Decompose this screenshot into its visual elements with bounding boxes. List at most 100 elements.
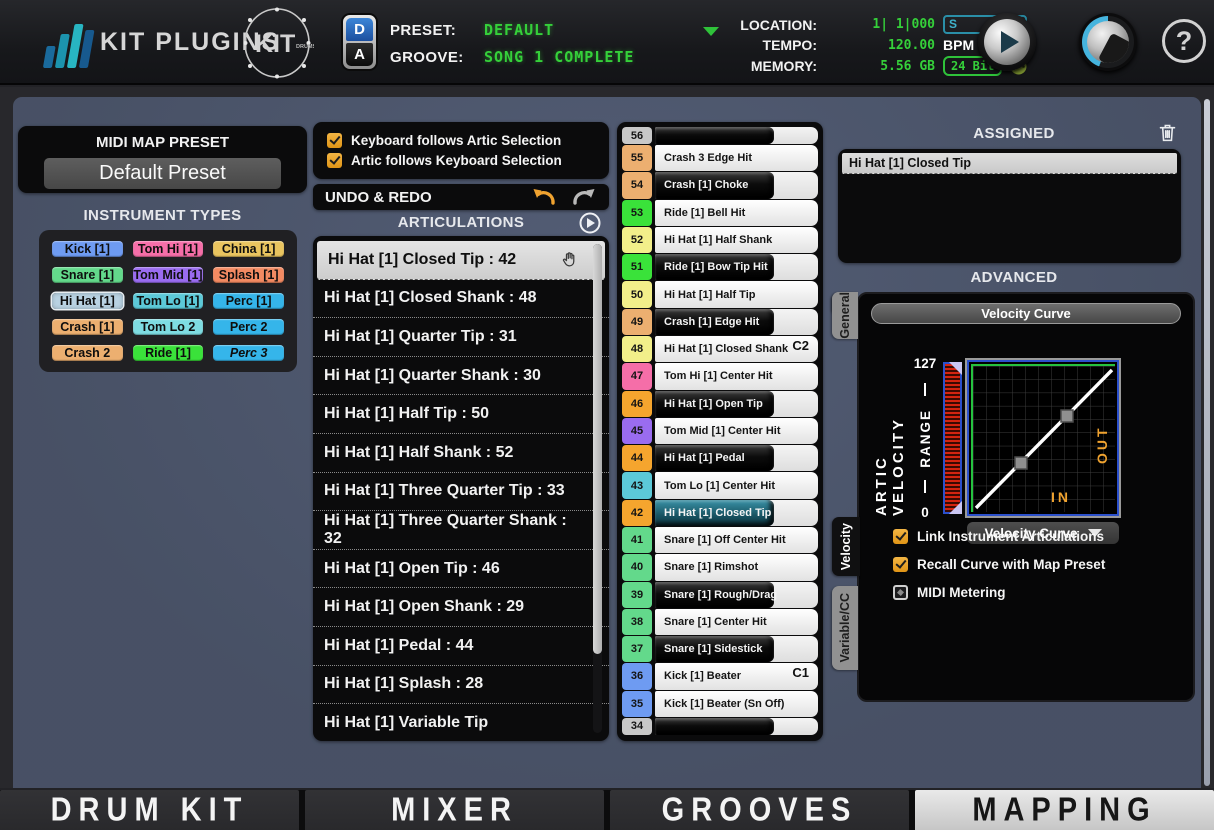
articulation-item[interactable]: Hi Hat [1] Three Quarter Shank : 32 [313, 511, 609, 550]
articulations-expand-icon[interactable] [579, 212, 601, 239]
key-number-badge[interactable]: 44 [622, 445, 652, 471]
key-number-badge[interactable]: 50 [622, 281, 652, 307]
white-key[interactable]: Snare [1] Rimshot [655, 554, 818, 580]
da-toggle[interactable]: D A [341, 13, 378, 71]
instrument-type-button[interactable]: Perc 3 [213, 345, 284, 361]
white-key[interactable]: Hi Hat [1] Closed ShankC2 [655, 336, 818, 362]
advanced-tab-general[interactable]: General [832, 292, 858, 339]
instrument-type-button[interactable]: Perc 2 [213, 319, 284, 335]
instrument-type-button[interactable]: Crash 2 [52, 345, 123, 361]
instrument-type-button[interactable]: China [1] [213, 241, 284, 257]
black-key[interactable]: Crash [1] Choke [655, 172, 774, 198]
instrument-type-button[interactable]: Tom Lo 2 [133, 319, 204, 335]
key-number-badge[interactable]: 53 [622, 200, 652, 226]
redo-button[interactable] [572, 187, 597, 208]
checkbox[interactable] [327, 153, 342, 168]
key-number-badge[interactable]: 36 [622, 663, 652, 689]
instrument-type-button[interactable]: Perc [1] [213, 293, 284, 309]
key-number-badge[interactable]: 55 [622, 145, 652, 171]
help-button[interactable]: ? [1162, 19, 1206, 63]
white-key[interactable]: Hi Hat [1] Half Tip [655, 281, 818, 307]
black-key[interactable]: Hi Hat [1] Pedal [655, 445, 774, 471]
black-key-slot[interactable]: Snare [1] Rough/Drag [655, 582, 818, 608]
white-key[interactable]: Ride [1] Bell Hit [655, 200, 818, 226]
articulation-item[interactable]: Hi Hat [1] Pedal : 44 [313, 627, 609, 666]
groove-value[interactable]: SONG 1 COMPLETE [484, 48, 634, 66]
key-number-badge[interactable]: 49 [622, 309, 652, 335]
key-number-badge[interactable]: 48 [622, 336, 652, 362]
instrument-type-button[interactable]: Tom Mid [1] [133, 267, 204, 283]
articulation-item[interactable]: Hi Hat [1] Half Shank : 52 [313, 434, 609, 473]
key-number-badge[interactable]: 35 [622, 691, 652, 717]
nav-tab-mixer[interactable]: MIXER [305, 790, 604, 830]
instrument-type-button[interactable]: Hi Hat [1] [52, 293, 123, 309]
nav-tab-grooves[interactable]: GROOVES [610, 790, 909, 830]
key-number-badge[interactable]: 43 [622, 472, 652, 498]
key-number-badge[interactable]: 47 [622, 363, 652, 389]
advanced-tab-variable-cc[interactable]: Variable/CC [832, 586, 858, 670]
articulation-item[interactable]: Hi Hat [1] Closed Shank : 48 [313, 280, 609, 319]
instrument-type-button[interactable]: Crash [1] [52, 319, 123, 335]
key-number-badge[interactable]: 51 [622, 254, 652, 280]
black-key[interactable]: Snare [1] Sidestick [655, 636, 774, 662]
advanced-tab-velocity[interactable]: Velocity [832, 517, 860, 576]
black-key-slot[interactable]: Ride [1] Bow Tip Hit [655, 254, 818, 280]
black-key[interactable] [655, 718, 774, 735]
articulation-item[interactable]: Hi Hat [1] Open Shank : 29 [313, 588, 609, 627]
da-toggle-d[interactable]: D [346, 18, 373, 41]
instrument-type-button[interactable]: Tom Lo [1] [133, 293, 204, 309]
velocity-curve-graph[interactable]: IN OUT [967, 360, 1119, 516]
articulation-item[interactable]: Hi Hat [1] Variable Tip [313, 704, 609, 741]
key-number-badge[interactable]: 45 [622, 418, 652, 444]
key-number-badge[interactable]: 42 [622, 500, 652, 526]
black-key[interactable]: Hi Hat [1] Closed Tip [655, 500, 774, 526]
articulation-item[interactable]: Hi Hat [1] Splash : 28 [313, 666, 609, 705]
instrument-type-button[interactable]: Tom Hi [1] [133, 241, 204, 257]
key-number-badge[interactable]: 37 [622, 636, 652, 662]
black-key-slot[interactable]: Hi Hat [1] Closed Tip [655, 500, 818, 526]
instrument-type-button[interactable]: Ride [1] [133, 345, 204, 361]
checkbox[interactable] [893, 529, 908, 544]
key-number-badge[interactable]: 52 [622, 227, 652, 253]
checkbox[interactable] [327, 133, 342, 148]
play-button[interactable] [978, 13, 1036, 71]
instrument-type-button[interactable]: Snare [1] [52, 267, 123, 283]
white-key[interactable]: Kick [1] Beater (Sn Off) [655, 691, 818, 717]
black-key-slot[interactable]: Hi Hat [1] Pedal [655, 445, 818, 471]
nav-tab-mapping[interactable]: MAPPING [915, 790, 1214, 830]
black-key-slot[interactable] [655, 718, 818, 735]
articulation-item[interactable]: Hi Hat [1] Quarter Shank : 30 [313, 357, 609, 396]
white-key[interactable]: Tom Lo [1] Center Hit [655, 472, 818, 498]
preset-dropdown-caret-icon[interactable] [703, 27, 719, 36]
key-number-badge[interactable]: 56 [622, 127, 652, 144]
da-toggle-a[interactable]: A [346, 43, 373, 66]
articulation-item[interactable]: Hi Hat [1] Three Quarter Tip : 33 [313, 473, 609, 512]
trash-icon[interactable] [1157, 122, 1178, 148]
black-key-slot[interactable]: Hi Hat [1] Open Tip [655, 391, 818, 417]
instrument-type-button[interactable]: Splash [1] [213, 267, 284, 283]
black-key-slot[interactable]: Crash [1] Choke [655, 172, 818, 198]
black-key-slot[interactable]: Crash [1] Edge Hit [655, 309, 818, 335]
key-number-badge[interactable]: 40 [622, 554, 652, 580]
key-number-badge[interactable]: 46 [622, 391, 652, 417]
black-key[interactable] [655, 127, 774, 144]
midi-map-preset-selector[interactable]: Default Preset [44, 158, 281, 189]
instrument-type-button[interactable]: Kick [1] [52, 241, 123, 257]
preset-value[interactable]: DEFAULT [484, 21, 634, 39]
black-key[interactable]: Hi Hat [1] Open Tip [655, 391, 774, 417]
volume-knob[interactable] [1079, 13, 1137, 71]
key-number-badge[interactable]: 39 [622, 582, 652, 608]
articulation-item[interactable]: Hi Hat [1] Open Tip : 46 [313, 550, 609, 589]
articulation-item[interactable]: Hi Hat [1] Closed Tip : 42 [317, 241, 605, 280]
white-key[interactable]: Tom Hi [1] Center Hit [655, 363, 818, 389]
black-key-slot[interactable]: Snare [1] Sidestick [655, 636, 818, 662]
articulations-scrollbar-thumb[interactable] [593, 244, 602, 654]
white-key[interactable]: Kick [1] BeaterC1 [655, 663, 818, 689]
key-number-badge[interactable]: 34 [622, 718, 652, 735]
key-number-badge[interactable]: 38 [622, 609, 652, 635]
black-key[interactable]: Ride [1] Bow Tip Hit [655, 254, 774, 280]
key-number-badge[interactable]: 54 [622, 172, 652, 198]
assigned-articulation[interactable]: Hi Hat [1] Closed Tip [842, 153, 1177, 174]
key-number-badge[interactable]: 41 [622, 527, 652, 553]
black-key[interactable]: Snare [1] Rough/Drag [655, 582, 774, 608]
